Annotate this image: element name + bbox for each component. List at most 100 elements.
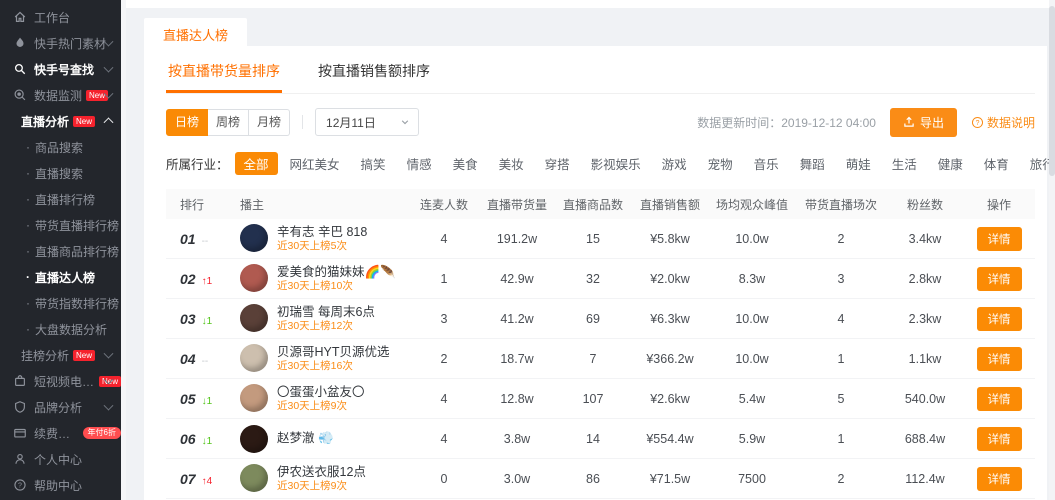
table-header: 排行播主连麦人数直播带货量直播商品数直播销售额场均观众峰值带货直播场次粉丝数操作 [166,189,1035,219]
sidebar-item-hang-rank-analysis[interactable]: 挂榜分析 New [0,342,121,368]
industry-filter[interactable]: 美食 [444,152,487,175]
divider [302,115,303,129]
sidebar-item-help-center[interactable]: ? 帮助中心 [0,472,121,498]
sidebar-item-brand-analysis[interactable]: 品牌分析 [0,394,121,420]
industry-filter[interactable]: 生活 [883,152,926,175]
avatar[interactable] [240,344,268,372]
industry-filter[interactable]: 舞蹈 [791,152,834,175]
sidebar-item-product-search[interactable]: · 商品搜索 [0,134,121,160]
controls-row: 日榜周榜月榜 12月11日 数据更新时间：2019-12-12 04:00 导出… [166,107,1035,137]
ecom-live-sessions: 3 [795,272,887,286]
sidebar-item-label: 大盘数据分析 [35,321,107,338]
host-name[interactable]: 爱美食的猫妹妹🌈🪶 [277,264,396,280]
date-select[interactable]: 12月11日 [315,108,419,136]
industry-filter[interactable]: 搞笑 [352,152,395,175]
period-tab[interactable]: 日榜 [166,109,208,136]
sidebar-item-ecom-live-rank[interactable]: · 带货直播排行榜 [0,212,121,238]
rank-number: 01 [180,231,196,247]
hot-icon [13,36,27,50]
avg-peak-viewers: 10.0w [709,312,795,326]
column-header: 直播商品数 [555,196,631,213]
export-button[interactable]: 导出 [890,108,957,137]
sidebar-item-hot-materials[interactable]: 快手热门素材 [0,30,121,56]
sidebar-item-live-product-rank[interactable]: · 直播商品排行榜 [0,238,121,264]
update-time-text: 数据更新时间：2019-12-12 04:00 [697,114,876,131]
sidebar-item-short-video-ecom[interactable]: 短视频电商分析 New [0,368,121,394]
rank-cell: 03↓1 [166,311,240,327]
industry-filter[interactable]: 健康 [929,152,972,175]
host-name[interactable]: 贝源哥HYT贝源优选 [277,344,390,360]
avatar[interactable] [240,224,268,252]
industry-filter[interactable]: 萌娃 [837,152,880,175]
detail-button[interactable]: 详情 [977,307,1022,331]
detail-button[interactable]: 详情 [977,267,1022,291]
rank-change: ↑4 [202,476,213,487]
scrollbar-thumb[interactable] [1049,6,1055,176]
sidebar-item-market-analysis[interactable]: · 大盘数据分析 [0,316,121,342]
host-name[interactable]: 伊农送衣服12点 [277,464,366,480]
sort-tab[interactable]: 按直播销售额排序 [316,50,432,93]
tab-live-streamer-rank[interactable]: 直播达人榜 [144,18,247,51]
industry-filter[interactable]: 美妆 [490,152,533,175]
avatar[interactable] [240,304,268,332]
sidebar-item-live-rank[interactable]: · 直播排行榜 [0,186,121,212]
fans-count: 540.0w [887,392,963,406]
main-content: 直播达人榜 按直播带货量排序按直播销售额排序 日榜周榜月榜 12月11日 数据更… [126,0,1055,500]
avatar[interactable] [240,464,268,492]
data-note-link[interactable]: ? 数据说明 [971,114,1035,131]
avg-peak-viewers: 5.4w [709,392,795,406]
period-tab[interactable]: 月榜 [249,109,290,136]
sidebar: 工作台 快手热门素材 快手号查找 数据监测 New 直播分析 New · 商品搜… [0,0,126,500]
svg-text:?: ? [976,119,980,126]
table-row: 02↑1 爱美食的猫妹妹🌈🪶 近30天上榜10次 1 42.9w 32 ¥2.0… [166,259,1035,299]
ecom-live-sessions: 5 [795,392,887,406]
page-scrollbar[interactable] [1049,0,1055,500]
sidebar-item-renewal-center[interactable]: 续费中心 年付6折 [0,420,121,446]
sidebar-item-label: 品牌分析 [34,399,82,416]
industry-filter[interactable]: 网红美女 [281,152,349,175]
sidebar-item-ecom-index-rank[interactable]: · 带货指数排行榜 [0,290,121,316]
host-name[interactable]: 赵梦澈 💨 [277,430,334,446]
live-sales-volume: 42.9w [479,272,555,286]
sidebar-item-live-analysis[interactable]: 直播分析 New [0,108,121,134]
industry-filter[interactable]: 情感 [398,152,441,175]
sidebar-item-personal-center[interactable]: 个人中心 [0,446,121,472]
sidebar-item-live-streamer-rank[interactable]: · 直播达人榜 [0,264,121,290]
host-recent-rank-note: 近30天上榜12次 [277,320,375,334]
sidebar-item-label: 数据监测 [34,87,82,104]
detail-button[interactable]: 详情 [977,467,1022,491]
sidebar-nav: 工作台 快手热门素材 快手号查找 数据监测 New 直播分析 New · 商品搜… [0,0,121,500]
host-name[interactable]: 初瑞雪 每周末6点 [277,304,375,320]
avatar[interactable] [240,264,268,292]
live-product-count: 86 [555,472,631,486]
detail-button[interactable]: 详情 [977,227,1022,251]
industry-filter[interactable]: 体育 [975,152,1018,175]
question-icon: ? [13,478,27,492]
industry-filter[interactable]: 宠物 [699,152,742,175]
industry-filter[interactable]: 音乐 [745,152,788,175]
sidebar-item-workbench[interactable]: 工作台 [0,4,121,30]
host-recent-rank-note: 近30天上榜9次 [277,480,366,494]
host-name[interactable]: 辛有志 辛巴 818 [277,224,367,240]
industry-filter[interactable]: 穿搭 [536,152,579,175]
host-name[interactable]: 〇蛋蛋小盆友〇 [277,384,365,400]
sidebar-item-label: 直播排行榜 [35,191,95,208]
sidebar-item-account-search[interactable]: 快手号查找 [0,56,121,82]
lianmai-count: 1 [409,272,479,286]
sort-tab[interactable]: 按直播带货量排序 [166,50,282,93]
industry-filter[interactable]: 全部 [235,152,278,175]
sidebar-item-label: 续费中心 [34,425,79,442]
sidebar-item-live-search[interactable]: · 直播搜索 [0,160,121,186]
column-header: 排行 [166,196,240,213]
detail-button[interactable]: 详情 [977,427,1022,451]
industry-filter[interactable]: 游戏 [653,152,696,175]
avatar[interactable] [240,384,268,412]
industry-filter[interactable]: 影视娱乐 [582,152,650,175]
detail-button[interactable]: 详情 [977,387,1022,411]
detail-button[interactable]: 详情 [977,347,1022,371]
live-product-count: 15 [555,232,631,246]
period-tab[interactable]: 周榜 [208,109,249,136]
sidebar-item-data-monitor[interactable]: 数据监测 New [0,82,121,108]
avatar[interactable] [240,425,268,453]
table-row: 06↓1 赵梦澈 💨 4 3.8w 14 ¥554.4w 5.9w 1 688.… [166,419,1035,459]
